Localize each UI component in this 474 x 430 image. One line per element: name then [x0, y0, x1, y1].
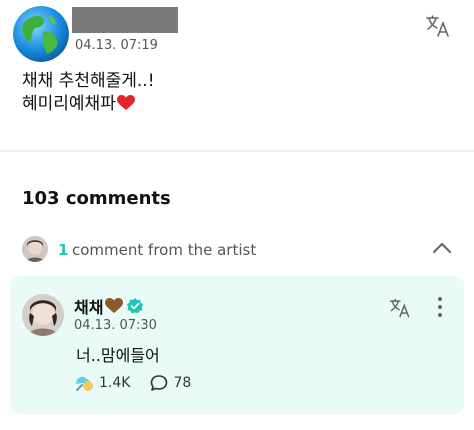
post: 04.13. 07:19 채채 추천해줄게..! 혜미리예채파: [0, 0, 474, 150]
artist-comment-card: 채채 04.13. 07:30 너..맘에들어 1.4K 78: [10, 276, 464, 414]
username-redacted: [72, 7, 178, 33]
artist-comment-label: comment from the artist: [72, 241, 257, 259]
like-icon: [74, 374, 94, 392]
post-timestamp: 04.13. 07:19: [75, 38, 158, 53]
artist-avatar: [22, 236, 48, 262]
translate-icon[interactable]: [424, 12, 452, 40]
verified-badge-icon: [127, 298, 144, 314]
artist-name-row: 채채: [74, 294, 144, 318]
artist-name[interactable]: 채채: [74, 294, 103, 318]
red-heart-icon: [116, 95, 135, 111]
brown-heart-icon: [105, 298, 124, 314]
reply-count: 78: [173, 375, 192, 391]
post-text-line-2: 혜미리예채파: [22, 94, 116, 114]
artist-comment-count: 1: [58, 241, 69, 259]
post-body: 채채 추천해줄게..! 혜미리예채파: [22, 70, 155, 116]
section-divider: [0, 150, 474, 152]
more-options-icon[interactable]: [436, 296, 444, 318]
globe-icon[interactable]: [13, 6, 69, 62]
like-count: 1.4K: [99, 375, 131, 391]
artist-avatar[interactable]: [22, 294, 64, 336]
comments-count: 103 comments: [22, 188, 171, 209]
like-button[interactable]: 1.4K: [74, 374, 130, 392]
post-text-line-1: 채채 추천해줄게..!: [22, 71, 155, 91]
chevron-up-icon[interactable]: [432, 240, 452, 254]
comment-bubble-icon: [150, 374, 168, 392]
reply-button[interactable]: 78: [150, 374, 191, 392]
artist-comments-toggle[interactable]: 1 comment from the artist: [0, 232, 474, 266]
artist-comment-text: 너..맘에들어: [76, 346, 160, 365]
artist-comment-timestamp: 04.13. 07:30: [74, 318, 157, 333]
comment-actions: 1.4K 78: [74, 372, 191, 394]
translate-icon[interactable]: [388, 296, 412, 320]
bottom-spacer: [0, 420, 474, 430]
